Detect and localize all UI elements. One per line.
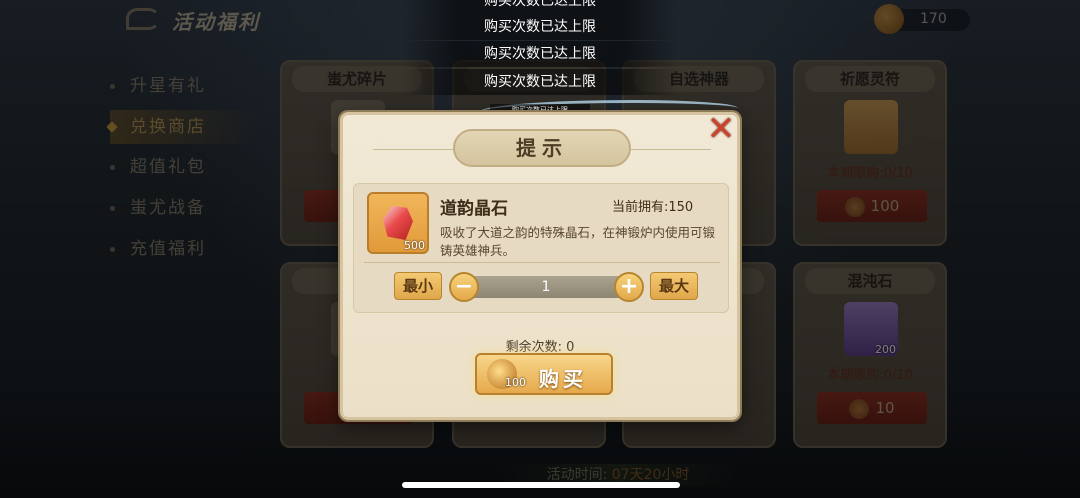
buy-price: 100	[505, 376, 526, 389]
dialog-title: 提示	[453, 129, 631, 167]
home-indicator[interactable]	[402, 482, 680, 488]
item-icon: 500	[367, 192, 429, 254]
toast-notice: 购买次数已达上限	[402, 0, 678, 14]
buy-button[interactable]: 100 购买	[475, 353, 613, 395]
toast-notice: 购买次数已达上限	[402, 41, 678, 67]
minus-button[interactable]: −	[449, 272, 479, 302]
crystal-gem-icon	[383, 206, 413, 240]
toast-notice: 购买次数已达上限	[402, 14, 678, 40]
plus-button[interactable]: +	[614, 272, 644, 302]
item-count-badge: 500	[404, 239, 425, 252]
min-quantity-button[interactable]: 最小	[394, 272, 442, 300]
item-description: 吸收了大道之韵的特殊晶石，在神锻炉内使用可锻铸英雄神兵。	[440, 225, 716, 258]
title-divider-left	[373, 149, 453, 150]
toast-notice: 购买次数已达上限	[402, 69, 678, 95]
quantity-value[interactable]: 1	[462, 276, 630, 298]
title-divider-right	[631, 149, 711, 150]
item-info-box: 500 道韵晶石 当前拥有:150 吸收了大道之韵的特殊晶石，在神锻炉内使用可锻…	[353, 183, 729, 313]
max-quantity-button[interactable]: 最大	[650, 272, 698, 300]
item-name: 道韵晶石	[440, 199, 508, 219]
divider	[364, 262, 720, 263]
owned-count: 当前拥有:150	[612, 200, 694, 215]
close-icon[interactable]: ✕	[705, 112, 737, 146]
buy-label: 购买	[539, 367, 587, 391]
purchase-dialog: 提示 ✕ 500 道韵晶石 当前拥有:150 吸收了大道之韵的特殊晶石，在神锻炉…	[340, 112, 740, 420]
